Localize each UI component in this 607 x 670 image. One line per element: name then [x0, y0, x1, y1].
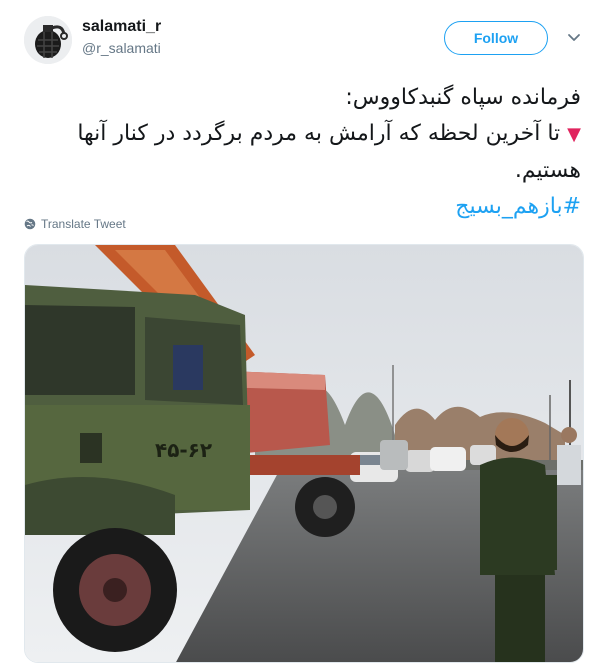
globe-icon — [24, 218, 36, 230]
tweet-photo[interactable]: ۴۵-۶۲ — [24, 244, 584, 663]
chevron-down-icon[interactable] — [566, 30, 582, 46]
red-triangle-down-icon: ▼ — [567, 124, 581, 145]
tweet-text-line-2-body: تا آخرین لحظه که آرامش به مردم برگردد در… — [77, 121, 561, 146]
translate-tweet-label: Translate Tweet — [41, 217, 126, 231]
follow-button[interactable]: Follow — [444, 21, 548, 55]
tweet-header: salamati_r @r_salamati Follow — [0, 0, 607, 70]
tweet-text: فرمانده سپاه گنبدکاووس: ▼ تا آخرین لحظه … — [41, 80, 581, 225]
display-name[interactable]: salamati_r — [82, 18, 161, 36]
photo-scene: ۴۵-۶۲ — [25, 245, 583, 662]
avatar[interactable] — [24, 16, 72, 64]
truck-plate: ۴۵-۶۲ — [155, 438, 212, 462]
tweet-text-line-1: فرمانده سپاه گنبدکاووس: — [345, 85, 581, 110]
grenade-avatar-icon — [24, 16, 72, 64]
translate-tweet[interactable]: Translate Tweet — [24, 217, 126, 231]
user-handle[interactable]: @r_salamati — [82, 40, 161, 56]
tweet-text-line-3: هستیم. — [514, 158, 581, 183]
tweet-text-line-2: ▼ تا آخرین لحظه که آرامش به مردم برگردد … — [41, 116, 581, 153]
